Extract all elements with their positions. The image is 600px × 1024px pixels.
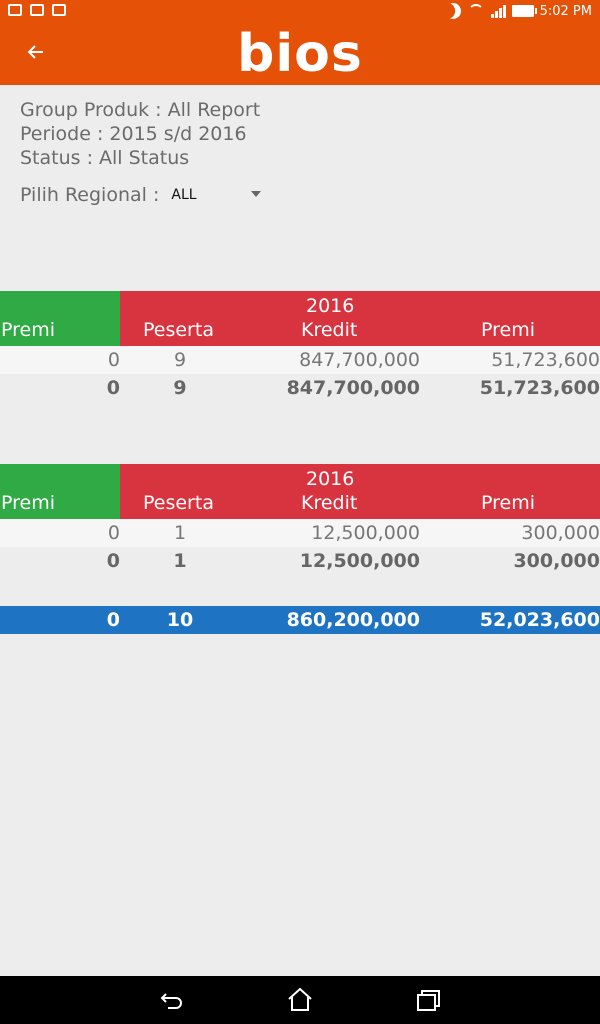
cell-peserta: 9 [173, 349, 187, 371]
battery-icon [511, 5, 537, 17]
subtotal-peserta: 1 [173, 550, 187, 572]
report-table-1: 2016 Premi Peserta Kredit Premi 0 9 847,… [0, 291, 600, 399]
header-premi: Premi [481, 492, 535, 514]
subtotal-premi: 300,000 [513, 550, 600, 572]
report-table-2: 2016 Premi Peserta Kredit Premi 0 1 12,5… [0, 464, 600, 572]
home-nav-button[interactable] [286, 986, 314, 1014]
regional-label: Pilih Regional : [20, 184, 160, 206]
cell-kredit: 12,500,000 [311, 522, 420, 544]
header-kredit: Kredit [301, 492, 358, 514]
regional-filter: Pilih Regional : ALL [20, 182, 263, 208]
system-icons: 5:02 PM [445, 3, 592, 19]
back-nav-icon [160, 993, 182, 1009]
subtotal-premi: 51,723,600 [479, 377, 600, 399]
subtotal-kredit: 847,700,000 [286, 377, 420, 399]
subtotal-kredit: 12,500,000 [299, 550, 420, 572]
table-row: 0 9 847,700,000 51,723,600 [0, 346, 600, 374]
cell-peserta: 1 [173, 522, 187, 544]
table-header: 2016 Premi Peserta Kredit Premi [0, 464, 600, 519]
moon-icon [442, 0, 464, 22]
app-bar: bios [0, 24, 600, 85]
home-icon [288, 987, 312, 1011]
cell-kredit: 847,700,000 [299, 349, 420, 371]
subtotal-premi-left: 0 [106, 377, 120, 399]
dropdown-caret-icon [251, 191, 262, 197]
notification-icons [8, 4, 66, 16]
regional-value: ALL [171, 187, 197, 203]
table-header: 2016 Premi Peserta Kredit Premi [0, 291, 600, 346]
signal-icon [490, 4, 506, 18]
total-premi-left: 0 [106, 609, 120, 631]
recent-apps-button[interactable] [414, 986, 442, 1014]
header-kredit: Kredit [301, 319, 358, 341]
wifi-icon [467, 4, 485, 18]
regional-select[interactable]: ALL [171, 182, 263, 208]
cell-premi-left: 0 [107, 522, 120, 544]
bag-icon [52, 4, 66, 16]
subtotal-row: 0 9 847,700,000 51,723,600 [0, 374, 600, 402]
grand-total-row: 0 10 860,200,000 52,023,600 [0, 606, 600, 634]
recent-apps-icon [417, 990, 440, 1011]
navigation-bar [0, 976, 600, 1024]
status-text: Status : All Status [20, 147, 190, 169]
group-produk-text: Group Produk : All Report [20, 99, 261, 121]
header-premi-left: Premi [1, 492, 55, 514]
cell-premi: 300,000 [521, 522, 600, 544]
table-row: 0 1 12,500,000 300,000 [0, 519, 600, 547]
header-peserta: Peserta [143, 319, 214, 341]
bios-logo: bios [237, 24, 363, 84]
total-premi: 52,023,600 [479, 609, 600, 631]
report-info: Group Produk : All Report Periode : 2015… [20, 98, 260, 170]
header-premi-left: Premi [1, 319, 55, 341]
status-time: 5:02 PM [539, 3, 592, 19]
header-year: 2016 [306, 468, 355, 490]
subtotal-premi-left: 0 [106, 550, 120, 572]
total-kredit: 860,200,000 [286, 609, 420, 631]
total-peserta: 10 [166, 609, 194, 631]
back-nav-button[interactable] [158, 986, 186, 1014]
mail-icon [30, 4, 44, 16]
header-premi: Premi [481, 319, 535, 341]
subtotal-peserta: 9 [173, 377, 187, 399]
cell-premi: 51,723,600 [491, 349, 600, 371]
subtotal-row: 0 1 12,500,000 300,000 [0, 547, 600, 575]
cell-premi-left: 0 [107, 349, 120, 371]
gmail-icon [8, 4, 22, 16]
header-peserta: Peserta [143, 492, 214, 514]
header-year: 2016 [306, 295, 355, 317]
status-bar: 5:02 PM [0, 0, 600, 24]
periode-text: Periode : 2015 s/d 2016 [20, 123, 247, 145]
